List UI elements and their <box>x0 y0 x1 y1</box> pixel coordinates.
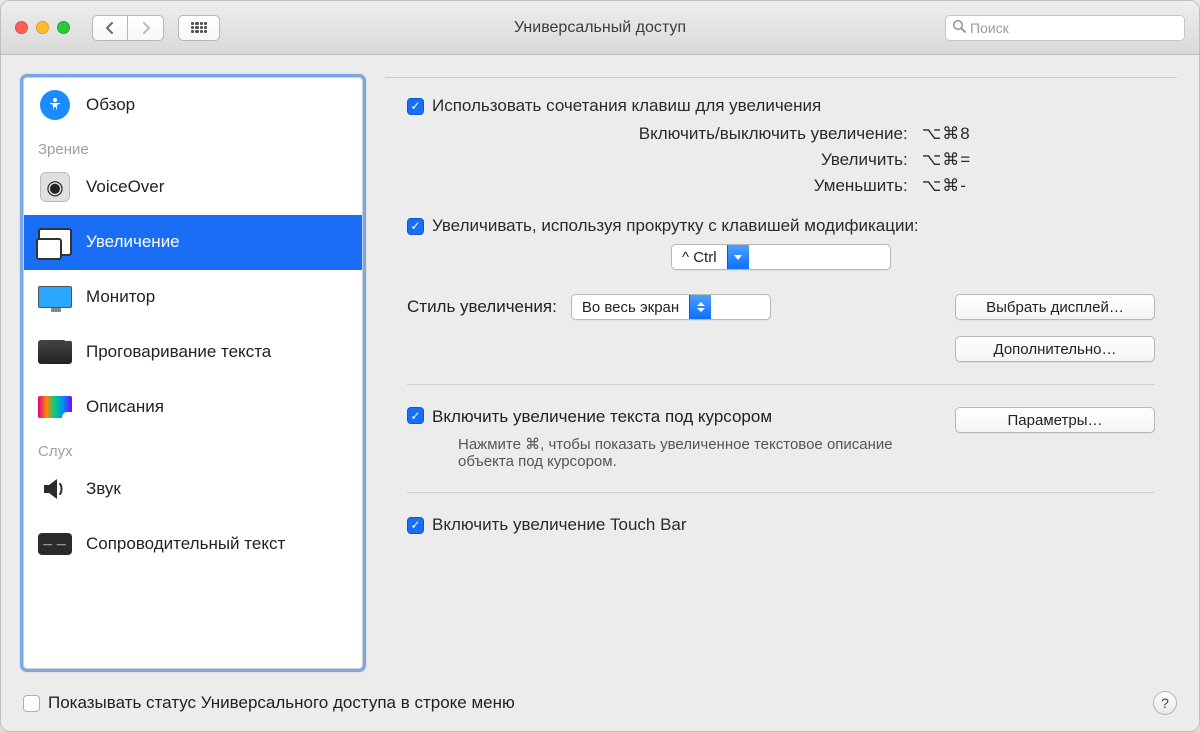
scroll-modifier-select-row: ^ Ctrl <box>407 244 1155 270</box>
sidebar-item-label: Сопроводительный текст <box>86 534 285 554</box>
shortcut-zoom-in-keys: ⌥⌘= <box>922 150 1155 170</box>
search-input[interactable] <box>970 20 1178 36</box>
titlebar: Универсальный доступ <box>1 1 1199 55</box>
scroll-modifier-select[interactable]: ^ Ctrl <box>671 244 891 270</box>
chevron-right-icon <box>141 22 151 34</box>
prefs-window: Универсальный доступ Обзор Зрение ◉ Voic… <box>0 0 1200 732</box>
sidebar-item-label: Описания <box>86 397 164 417</box>
sidebar-item-speech[interactable]: Проговаривание текста <box>24 325 362 380</box>
category-sidebar[interactable]: Обзор Зрение ◉ VoiceOver Увеличение Мони… <box>23 77 363 669</box>
use-keyboard-shortcuts-label: Использовать сочетания клавиш для увелич… <box>432 96 821 116</box>
hover-text-label: Включить увеличение текста под курсором <box>432 407 947 427</box>
divider <box>407 492 1155 493</box>
minimize-window[interactable] <box>36 21 49 34</box>
choose-display-button[interactable]: Выбрать дисплей… <box>955 294 1155 320</box>
search-icon <box>952 19 966 36</box>
touchbar-zoom-label: Включить увеличение Touch Bar <box>432 515 687 535</box>
stepper-icon <box>689 295 711 319</box>
accessibility-icon <box>38 88 72 122</box>
sidebar-item-overview[interactable]: Обзор <box>24 78 362 133</box>
voiceover-icon: ◉ <box>38 170 72 204</box>
shortcut-zoom-out-label: Уменьшить: <box>455 176 908 196</box>
help-button[interactable]: ? <box>1153 691 1177 715</box>
forward-button[interactable] <box>128 15 164 41</box>
zoom-style-row: Стиль увеличения: Во весь экран Выбрать … <box>407 294 1155 320</box>
speaker-icon <box>38 472 72 506</box>
window-controls <box>15 21 70 34</box>
search-field[interactable] <box>945 15 1185 41</box>
advanced-button[interactable]: Дополнительно… <box>955 336 1155 362</box>
sidebar-section-vision: Зрение <box>24 133 362 160</box>
grid-icon <box>191 22 207 34</box>
sidebar-section-hearing: Слух <box>24 435 362 462</box>
descriptions-icon <box>38 390 72 424</box>
zoom-pane: ✓ Использовать сочетания клавиш для увел… <box>385 77 1177 669</box>
show-menubar-status-checkbox[interactable]: ✓ <box>23 695 40 712</box>
sidebar-item-label: Обзор <box>86 95 135 115</box>
sidebar-item-label: Увеличение <box>86 232 180 252</box>
sidebar-item-voiceover[interactable]: ◉ VoiceOver <box>24 160 362 215</box>
monitor-icon <box>38 280 72 314</box>
hover-text-options-button[interactable]: Параметры… <box>955 407 1155 433</box>
footer: ✓ Показывать статус Универсального досту… <box>1 681 1199 731</box>
zoom-style-label: Стиль увеличения: <box>407 297 557 317</box>
sidebar-item-label: Монитор <box>86 287 155 307</box>
scroll-modifier-checkbox[interactable]: ✓ <box>407 218 424 235</box>
zoom-style-value: Во весь экран <box>572 295 689 319</box>
window-title: Универсальный доступ <box>514 19 686 37</box>
sidebar-item-display[interactable]: Монитор <box>24 270 362 325</box>
chevron-down-icon <box>727 245 749 269</box>
scroll-modifier-row: ✓ Увеличивать, используя прокрутку с кла… <box>407 216 1155 236</box>
scroll-modifier-label: Увеличивать, используя прокрутку с клави… <box>432 216 919 236</box>
show-menubar-status-label: Показывать статус Универсального доступа… <box>48 693 515 713</box>
touchbar-zoom-row: ✓ Включить увеличение Touch Bar <box>407 515 1155 535</box>
sidebar-item-captions[interactable]: — — Сопроводительный текст <box>24 517 362 572</box>
captions-icon: — — <box>38 527 72 561</box>
divider <box>407 384 1155 385</box>
sidebar-item-label: Проговаривание текста <box>86 342 271 362</box>
shortcut-zoom-out-keys: ⌥⌘- <box>922 176 1155 196</box>
body: Обзор Зрение ◉ VoiceOver Увеличение Мони… <box>1 55 1199 681</box>
shortcut-list: Включить/выключить увеличение: ⌥⌘8 Увели… <box>455 124 1155 196</box>
scroll-modifier-value: ^ Ctrl <box>672 245 727 269</box>
shortcut-toggle-label: Включить/выключить увеличение: <box>455 124 908 144</box>
hover-text-row: ✓ Включить увеличение текста под курсоро… <box>407 407 1155 470</box>
back-button[interactable] <box>92 15 128 41</box>
speech-icon <box>38 335 72 369</box>
sidebar-item-audio[interactable]: Звук <box>24 462 362 517</box>
close-window[interactable] <box>15 21 28 34</box>
hover-text-description: Нажмите ⌘, чтобы показать увеличенное те… <box>458 435 947 470</box>
chevron-left-icon <box>105 22 115 34</box>
zoom-window[interactable] <box>57 21 70 34</box>
show-all-button[interactable] <box>178 15 220 41</box>
zoom-style-select[interactable]: Во весь экран <box>571 294 771 320</box>
sidebar-item-zoom[interactable]: Увеличение <box>24 215 362 270</box>
hover-text-checkbox[interactable]: ✓ <box>407 407 424 424</box>
shortcut-zoom-in-label: Увеличить: <box>455 150 908 170</box>
shortcut-toggle-keys: ⌥⌘8 <box>922 124 1155 144</box>
sidebar-item-label: Звук <box>86 479 121 499</box>
sidebar-item-label: VoiceOver <box>86 177 164 197</box>
nav-buttons <box>92 15 164 41</box>
use-keyboard-shortcuts-checkbox[interactable]: ✓ <box>407 98 424 115</box>
zoom-icon <box>38 225 72 259</box>
use-keyboard-shortcuts-row: ✓ Использовать сочетания клавиш для увел… <box>407 96 1155 116</box>
touchbar-zoom-checkbox[interactable]: ✓ <box>407 517 424 534</box>
sidebar-item-descriptions[interactable]: Описания <box>24 380 362 435</box>
